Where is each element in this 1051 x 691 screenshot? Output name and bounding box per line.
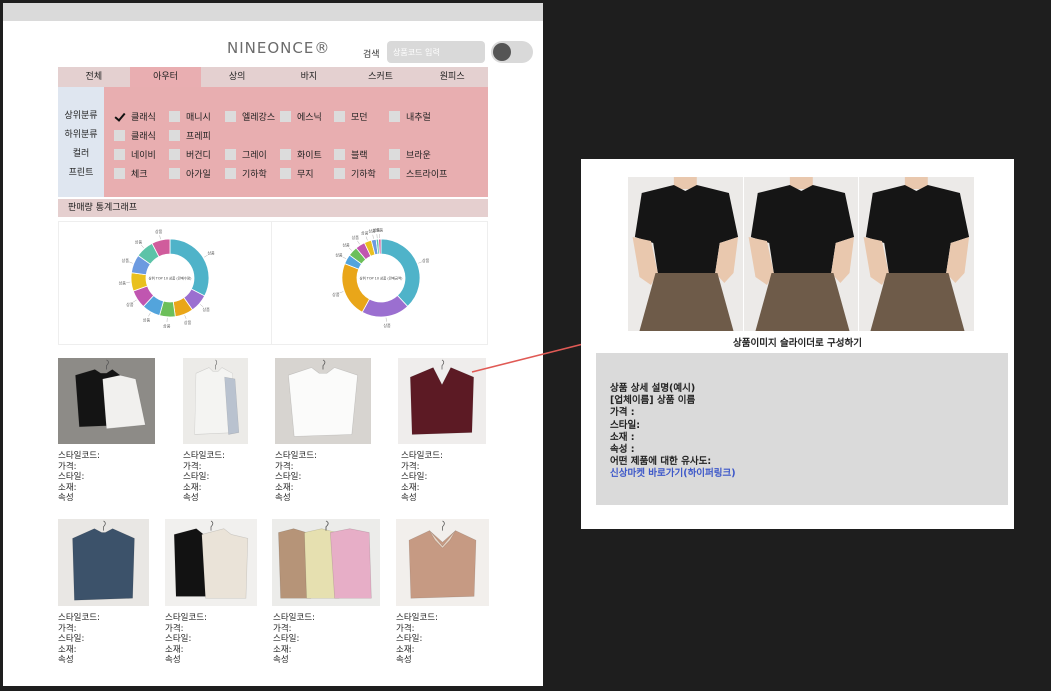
product-info-line: 스타일: (58, 472, 85, 482)
slider-image-3[interactable] (859, 177, 976, 331)
product-info-line: 스타일: (401, 472, 428, 482)
product-info-line: 스타일코드: (273, 613, 315, 623)
product-info-line: 스타일코드: (58, 451, 100, 461)
product-info-line: 스타일: (396, 634, 423, 644)
detail-line: 속성 : (610, 444, 635, 456)
detail-line: 스타일: (610, 419, 641, 431)
product-info-line: 소재: (273, 644, 292, 655)
product-info-line: 가격: (275, 461, 294, 472)
product-info-line: 스타일코드: (183, 451, 225, 461)
product-info-line: 속성 (275, 493, 291, 503)
slider-image-2[interactable] (743, 177, 860, 331)
detail-line: [업체이름] 상품 이름 (610, 395, 696, 407)
detail-line: 가격 : (610, 407, 635, 419)
product-info-line: 가격: (58, 623, 77, 634)
product-info-line: 스타일: (165, 634, 192, 644)
product-info-line: 속성 (165, 655, 181, 665)
product-info-line: 스타일: (273, 634, 300, 644)
product-info-line: 속성 (58, 655, 74, 665)
product-info-line: 가격: (58, 461, 77, 472)
product-info-line: 속성 (396, 655, 412, 665)
product-info-line: 소재: (401, 482, 420, 493)
catalog-page-frame: NINEONCE® 검색 전체아우터상의바지스커트원피스 상위분류클래식매니시엘… (3, 3, 543, 686)
product-info: 스타일코드: 가격: 스타일: 소재: 속성 (183, 451, 225, 504)
product-image[interactable] (396, 519, 489, 606)
product-info-line: 스타일코드: (58, 613, 100, 623)
product-image[interactable] (183, 358, 248, 444)
product-image[interactable] (272, 519, 380, 606)
product-info-line: 스타일코드: (401, 451, 443, 461)
product-info-line: 소재: (165, 644, 184, 655)
product-info-line: 속성 (401, 493, 417, 503)
product-info-line: 스타일코드: (275, 451, 317, 461)
product-info-line: 가격: (396, 623, 415, 634)
product-info-line: 속성 (273, 655, 289, 665)
detail-line: 상품 상세 설명(예시) (610, 383, 696, 394)
product-info-line: 스타일: (58, 634, 85, 644)
product-info: 스타일코드: 가격: 스타일: 소재: 속성 (273, 613, 315, 666)
detail-line: 소재 : (610, 431, 635, 443)
product-info-line: 소재: (275, 482, 294, 493)
product-info: 스타일코드: 가격: 스타일: 소재: 속성 (58, 613, 100, 666)
product-info-line: 속성 (183, 493, 199, 503)
product-info-line: 가격: (273, 623, 292, 634)
slider-caption: 상품이미지 슬라이더로 구성하기 (733, 338, 862, 349)
product-info-line: 소재: (58, 482, 77, 493)
product-info: 스타일코드: 가격: 스타일: 소재: 속성 (275, 451, 317, 504)
shop-link[interactable]: 신상마켓 바로가기(하이퍼링크) (610, 468, 736, 479)
product-info-line: 소재: (183, 482, 202, 493)
product-info-line: 스타일코드: (165, 613, 207, 623)
product-info-line: 가격: (183, 461, 202, 472)
product-image[interactable] (58, 519, 149, 606)
product-info: 스타일코드: 가격: 스타일: 소재: 속성 (401, 451, 443, 504)
product-grid: 스타일코드: 가격: 스타일: 소재: 속성 스타일코드: 가격: 스타일: 소재: 속성 스타일코… (3, 3, 543, 686)
product-info-line: 속성 (58, 493, 74, 503)
product-detail-text: 상품 상세 설명(예시) [업체이름] 상품 이름 가격 : 스타일: 소재 : 속성 :… (610, 383, 736, 481)
product-detail-box: 상품 상세 설명(예시) [업체이름] 상품 이름 가격 : 스타일: 소재 : 속성 :… (596, 353, 1008, 505)
product-info: 스타일코드: 가격: 스타일: 소재: 속성 (396, 613, 438, 666)
product-info-line: 스타일: (275, 472, 302, 482)
product-info-line: 소재: (396, 644, 415, 655)
product-info: 스타일코드: 가격: 스타일: 소재: 속성 (165, 613, 207, 666)
product-info: 스타일코드: 가격: 스타일: 소재: 속성 (58, 451, 100, 504)
product-detail-frame: 상품이미지 슬라이더로 구성하기 상품 상세 설명(예시) [업체이름] 상품 이… (581, 159, 1014, 529)
product-info-line: 가격: (401, 461, 420, 472)
product-image-slider[interactable] (628, 177, 976, 331)
product-image[interactable] (165, 519, 257, 606)
slider-image-1[interactable] (628, 177, 744, 331)
product-info-line: 스타일: (183, 472, 210, 482)
product-image[interactable] (275, 358, 371, 444)
product-info-line: 스타일코드: (396, 613, 438, 623)
detail-line: 어떤 제품에 대한 유사도: (610, 456, 712, 468)
product-info-line: 소재: (58, 644, 77, 655)
product-image[interactable] (58, 358, 155, 444)
product-info-line: 가격: (165, 623, 184, 634)
